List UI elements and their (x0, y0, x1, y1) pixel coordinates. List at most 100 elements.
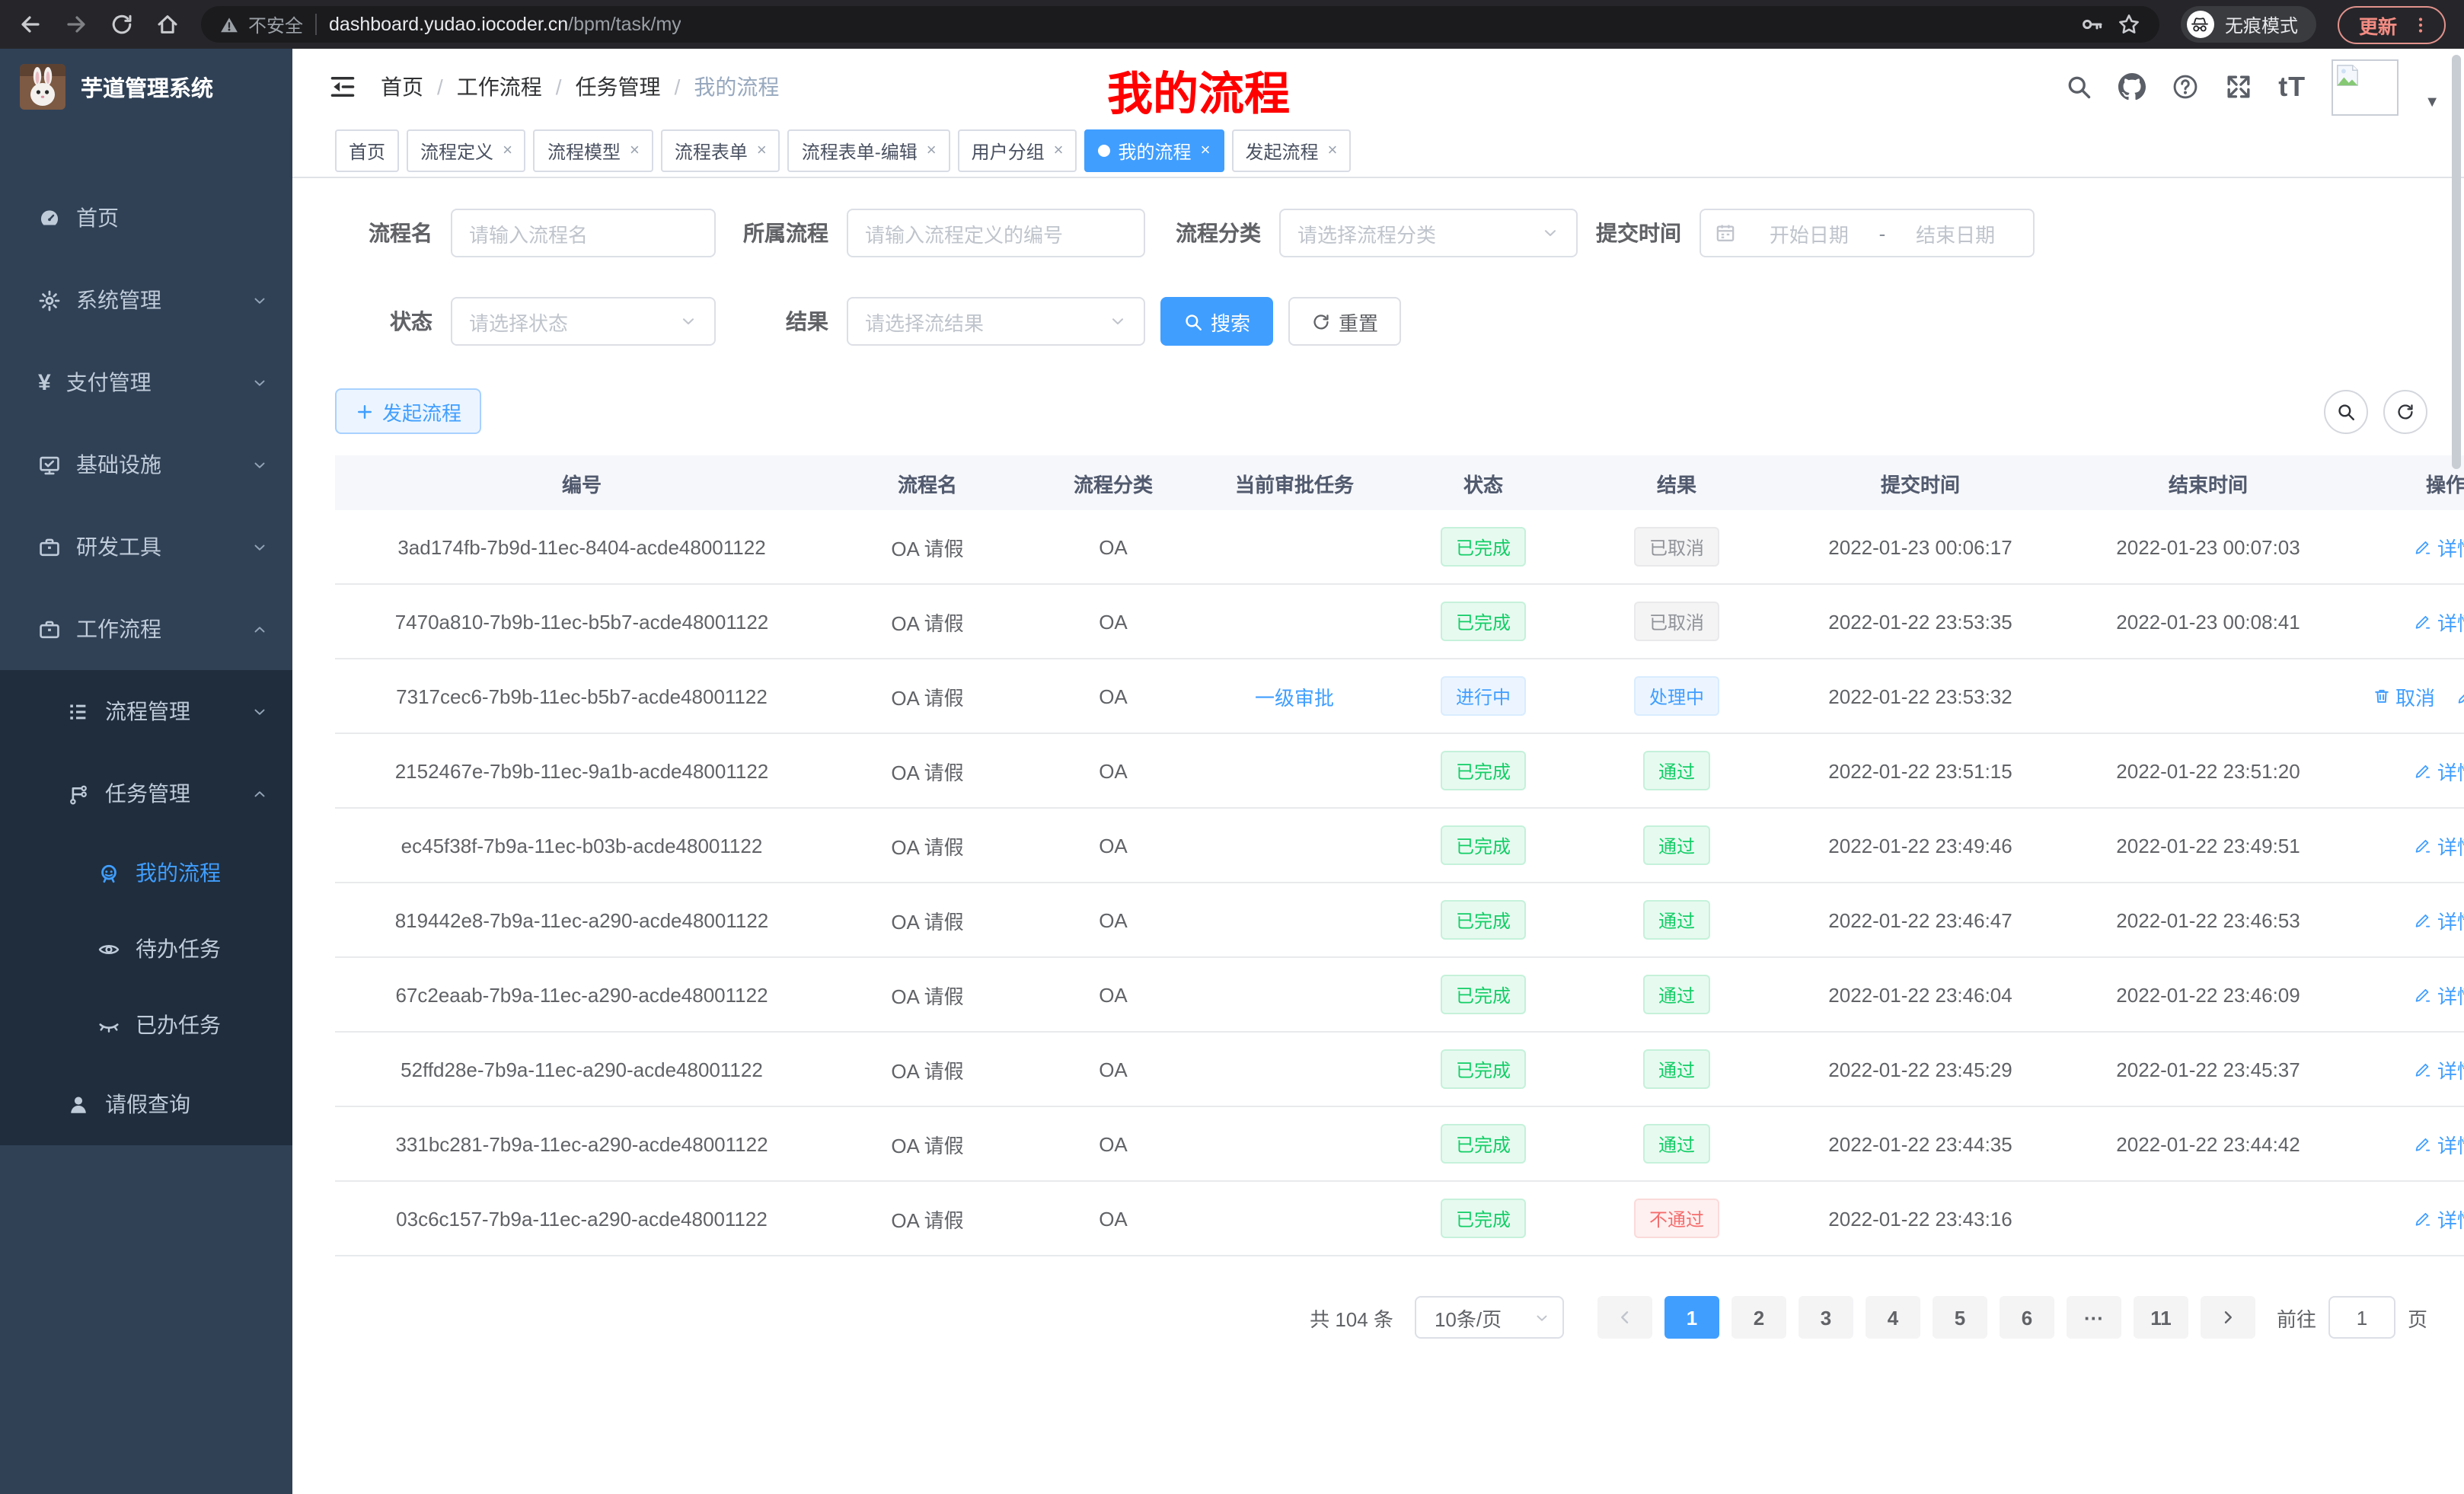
sidebar-item-infra[interactable]: 基础设施 (0, 423, 292, 506)
github-icon[interactable] (2118, 73, 2146, 101)
process-definition-input[interactable]: 请输入流程定义的编号 (847, 209, 1145, 257)
process-name-cell: OA 请假 (828, 1032, 1026, 1106)
sidebar-item-process-mgmt[interactable]: 流程管理 (0, 670, 292, 752)
create-process-button[interactable]: 发起流程 (335, 388, 481, 434)
result-cell: 不通过 (1578, 1181, 1776, 1256)
header-search-icon[interactable] (2065, 73, 2092, 101)
sidebar-item-label: 支付管理 (66, 367, 152, 397)
browser-menu-dots-icon[interactable] (2411, 14, 2430, 34)
tab-close-icon[interactable]: × (630, 142, 640, 160)
process-id-cell: 819442e8-7b9a-11ec-a290-acde48001122 (335, 883, 828, 957)
browser-update-button[interactable]: 更新 (2338, 5, 2446, 43)
process-id-cell: 67c2eaab-7b9a-11ec-a290-acde48001122 (335, 957, 828, 1032)
help-icon[interactable] (2172, 73, 2199, 101)
result-select[interactable]: 请选择流结果 (847, 297, 1145, 346)
tab-close-icon[interactable]: × (757, 142, 767, 160)
browser-forward-icon[interactable] (64, 12, 88, 37)
security-status[interactable]: 不安全 (219, 11, 303, 37)
logo-link[interactable]: 芋道管理系统 (0, 49, 292, 125)
table-row: 7470a810-7b9b-11ec-b5b7-acde48001122OA 请… (335, 584, 2464, 659)
sidebar-item-payment[interactable]: ¥ 支付管理 (0, 341, 292, 423)
goto-label: 前往 (2277, 1303, 2316, 1332)
current-task-cell (1200, 1032, 1389, 1106)
breadcrumb-item[interactable]: 首页 (381, 72, 423, 102)
breadcrumb-item[interactable]: 工作流程 (457, 72, 542, 102)
sidebar-item-home[interactable]: 首页 (0, 177, 292, 259)
user-menu-caret-icon[interactable]: ▼ (2424, 94, 2440, 110)
status-cell: 已完成 (1389, 510, 1578, 584)
sidebar-item-workflow[interactable]: 工作流程 (0, 588, 292, 670)
search-button[interactable]: 搜索 (1160, 297, 1273, 346)
tab-my-process[interactable]: 我的流程× (1085, 129, 1224, 172)
sidebar-item-leave-query[interactable]: 请假查询 (0, 1063, 292, 1145)
cancel-action-link[interactable]: 取消 (2373, 682, 2435, 710)
bookmark-star-icon[interactable] (2117, 12, 2141, 37)
tab-process-model[interactable]: 流程模型× (534, 129, 653, 172)
sidebar-item-task-mgmt[interactable]: 任务管理 (0, 752, 292, 835)
start-date-input[interactable]: 开始日期 (1745, 219, 1873, 247)
tab-start-process[interactable]: 发起流程× (1231, 129, 1351, 172)
placeholder: 请选择流结果 (865, 307, 984, 336)
breadcrumb-item[interactable]: 任务管理 (576, 72, 661, 102)
submit-time-range-picker[interactable]: 开始日期 - 结束日期 (1700, 209, 2035, 257)
page-button-6[interactable]: 6 (2000, 1296, 2054, 1339)
refresh-table-button[interactable] (2383, 389, 2427, 433)
current-task-link[interactable]: 一级审批 (1255, 686, 1334, 709)
tab-close-icon[interactable]: × (1327, 142, 1337, 160)
tab-process-form[interactable]: 流程表单× (661, 129, 780, 172)
sidebar-item-devtools[interactable]: 研发工具 (0, 506, 292, 588)
process-name-cell: OA 请假 (828, 808, 1026, 883)
page-button-3[interactable]: 3 (1799, 1296, 1853, 1339)
pagination-ellipsis[interactable]: ··· (2067, 1296, 2121, 1339)
reset-button[interactable]: 重置 (1288, 297, 1401, 346)
sidebar-item-todo-tasks[interactable]: 待办任务 (0, 911, 292, 987)
scrollbar-thumb[interactable] (2452, 55, 2461, 469)
calendar-icon (1715, 222, 1736, 244)
goto-page-input[interactable] (2328, 1296, 2395, 1339)
tab-close-icon[interactable]: × (503, 142, 512, 160)
browser-back-icon[interactable] (18, 12, 43, 37)
browser-home-icon[interactable] (155, 12, 180, 37)
sidebar-collapse-icon[interactable] (329, 73, 356, 101)
sidebar-item-label: 系统管理 (76, 285, 161, 315)
app-title: 芋道管理系统 (81, 71, 213, 103)
tab-process-definition[interactable]: 流程定义× (407, 129, 526, 172)
sidebar-item-done-tasks[interactable]: 已办任务 (0, 987, 292, 1063)
process-name-input[interactable]: 请输入流程名 (451, 209, 716, 257)
user-avatar[interactable] (2332, 59, 2399, 115)
page-button-5[interactable]: 5 (1933, 1296, 1987, 1339)
browser-reload-icon[interactable] (110, 12, 134, 37)
address-bar[interactable]: 不安全 dashboard.yudao.iocoder.cn/bpm/task/… (201, 6, 2159, 43)
yen-icon: ¥ (38, 371, 51, 394)
user-icon (67, 1093, 90, 1116)
fullscreen-icon[interactable] (2225, 73, 2252, 101)
sidebar-item-system[interactable]: 系统管理 (0, 259, 292, 341)
process-name-cell: OA 请假 (828, 510, 1026, 584)
tab-user-group[interactable]: 用户分组× (958, 129, 1077, 172)
page-button-4[interactable]: 4 (1866, 1296, 1920, 1339)
plus-icon (355, 401, 375, 421)
tab-home[interactable]: 首页 (335, 129, 399, 172)
sidebar-item-my-process[interactable]: 我的流程 (0, 835, 292, 911)
process-category-select[interactable]: 请选择流程分类 (1279, 209, 1578, 257)
page-size-select[interactable]: 10条/页 (1415, 1296, 1564, 1339)
page-button-1[interactable]: 1 (1664, 1296, 1719, 1339)
status-select[interactable]: 请选择状态 (451, 297, 716, 346)
tab-process-form-edit[interactable]: 流程表单-编辑× (788, 129, 950, 172)
next-page-button[interactable] (2201, 1296, 2255, 1339)
end-date-input[interactable]: 结束日期 (1891, 219, 2019, 247)
tab-close-icon[interactable]: × (927, 142, 937, 160)
process-category-cell: OA (1026, 584, 1200, 659)
prev-page-button[interactable] (1597, 1296, 1652, 1339)
tab-close-icon[interactable]: × (1054, 142, 1064, 160)
actions-cell: 详情 (2351, 1181, 2464, 1256)
text-size-icon[interactable]: tT (2278, 71, 2306, 103)
tab-close-icon[interactable]: × (1201, 142, 1211, 160)
toggle-search-button[interactable] (2324, 389, 2368, 433)
page-button-11[interactable]: 11 (2134, 1296, 2188, 1339)
pencil-icon (2415, 1209, 2433, 1227)
table-row: 2152467e-7b9b-11ec-9a1b-acde48001122OA 请… (335, 733, 2464, 808)
sidebar-item-label: 研发工具 (76, 532, 161, 562)
passwords-key-icon[interactable] (2080, 12, 2105, 37)
page-button-2[interactable]: 2 (1732, 1296, 1786, 1339)
